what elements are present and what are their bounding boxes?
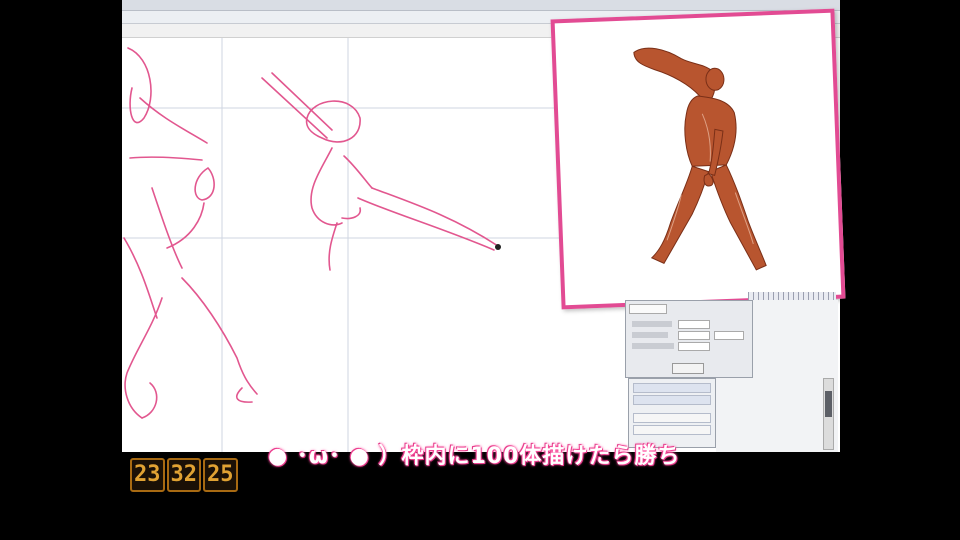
panel-scrollbar[interactable] — [823, 378, 834, 450]
sketch-layer[interactable] — [122, 38, 622, 452]
layer-row[interactable] — [633, 425, 711, 435]
ruler — [748, 292, 836, 300]
tool-property-panel[interactable] — [625, 300, 753, 378]
title-bar — [122, 0, 840, 11]
overlay-caption: ● ･ω･ ● ）枠内に100体描けたら勝ち — [268, 444, 681, 469]
tool-option-field[interactable] — [678, 342, 710, 351]
gesture-figure-left — [123, 47, 258, 419]
gesture-figure-center — [261, 72, 499, 271]
scrollbar-thumb[interactable] — [825, 391, 832, 417]
layer-row[interactable] — [633, 413, 711, 423]
tool-option-field[interactable] — [678, 320, 710, 329]
timer-minutes: 32 — [166, 458, 201, 492]
tool-option-row — [632, 343, 674, 349]
tool-option-field[interactable] — [678, 331, 710, 340]
tool-option-row — [632, 332, 668, 338]
timer-hours: 23 — [130, 458, 165, 492]
reference-image-panel[interactable] — [550, 8, 846, 310]
tool-option-row — [632, 321, 672, 327]
timer-seconds: 25 — [203, 458, 238, 492]
guide-grid — [122, 38, 622, 452]
layer-row[interactable] — [633, 395, 711, 405]
elapsed-timer: 23 32 25 — [130, 458, 238, 492]
anatomy-reference-figure — [633, 47, 767, 271]
tool-panel-tab[interactable] — [629, 304, 667, 314]
pen-cursor — [495, 244, 501, 250]
tool-option-field[interactable] — [714, 331, 744, 340]
layer-row[interactable] — [633, 383, 711, 393]
tool-apply-button[interactable] — [672, 363, 704, 374]
